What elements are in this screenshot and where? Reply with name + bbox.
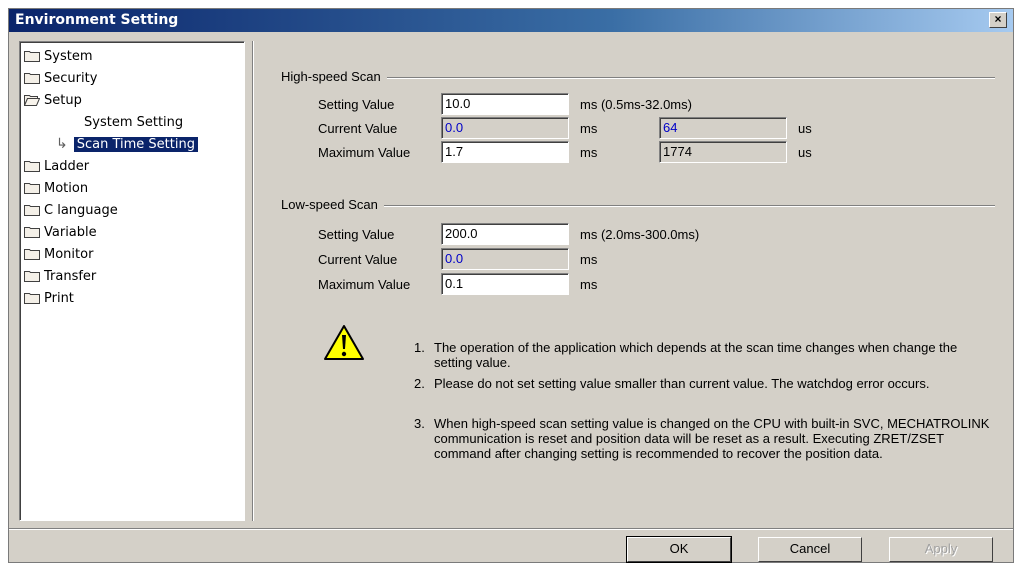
folder-closed-icon — [24, 50, 40, 62]
low-setting-label: Setting Value — [318, 227, 395, 242]
tree-item-label: Print — [44, 290, 74, 306]
high-current-us-value: 64 — [659, 117, 787, 139]
close-button[interactable]: × — [989, 12, 1007, 28]
environment-setting-window: Environment Setting × System Security Se… — [8, 8, 1014, 563]
low-setting-input[interactable]: 200.0 — [441, 223, 569, 245]
tree-item-label: Security — [44, 70, 98, 86]
high-current-us-unit: us — [798, 121, 812, 136]
folder-open-icon — [24, 94, 40, 106]
high-current-ms-unit: ms — [580, 121, 598, 136]
settings-tree[interactable]: System Security Setup System Setting ↳ S… — [19, 41, 245, 521]
high-max-ms-unit: ms — [580, 145, 598, 160]
high-max-value[interactable]: 1.7 — [441, 141, 569, 163]
low-setting-range: ms (2.0ms-300.0ms) — [580, 227, 700, 242]
tree-item-system-setting[interactable]: System Setting — [84, 112, 183, 132]
high-max-us-unit: us — [798, 145, 812, 160]
tree-item-label: System Setting — [84, 114, 184, 130]
low-current-value: 0.0 — [441, 248, 569, 270]
tree-item-setup[interactable]: Setup — [24, 90, 82, 110]
tree-item-label: C language — [44, 202, 118, 218]
group-line-high — [281, 77, 995, 79]
tree-item-motion[interactable]: Motion — [24, 178, 88, 198]
low-current-ms-unit: ms — [580, 252, 598, 267]
tree-item-label: Motion — [44, 180, 89, 196]
note-number: 2. — [414, 376, 425, 391]
panel-separator — [252, 41, 254, 521]
note-3: 3. When high-speed scan setting value is… — [414, 416, 989, 480]
tree-item-monitor[interactable]: Monitor — [24, 244, 93, 264]
low-speed-scan-title: Low-speed Scan — [281, 197, 384, 212]
folder-closed-icon — [24, 270, 40, 282]
bottom-separator — [9, 528, 1013, 530]
high-current-value: 0.0 — [441, 117, 569, 139]
low-max-label: Maximum Value — [318, 277, 411, 292]
note-text: When high-speed scan setting value is ch… — [434, 416, 990, 461]
tree-item-system[interactable]: System — [24, 46, 92, 66]
tree-item-variable[interactable]: Variable — [24, 222, 97, 242]
note-number: 1. — [414, 340, 425, 355]
low-max-ms-unit: ms — [580, 277, 598, 292]
note-2: 2. Please do not set setting value small… — [414, 376, 989, 408]
folder-closed-icon — [24, 248, 40, 260]
high-current-label: Current Value — [318, 121, 398, 136]
tree-item-label-selected: Scan Time Setting — [73, 136, 198, 152]
tree-item-label: Monitor — [44, 246, 94, 262]
tree-item-label: Setup — [44, 92, 82, 108]
low-current-label: Current Value — [318, 252, 398, 267]
high-setting-range: ms (0.5ms-32.0ms) — [580, 97, 692, 112]
tree-item-label: Variable — [44, 224, 97, 240]
folder-closed-icon — [24, 292, 40, 304]
note-text: Please do not set setting value smaller … — [434, 376, 930, 391]
low-max-value[interactable]: 0.1 — [441, 273, 569, 295]
high-max-label: Maximum Value — [318, 145, 411, 160]
ok-button[interactable]: OK — [626, 536, 732, 563]
folder-closed-icon — [24, 204, 40, 216]
warning-icon — [323, 324, 365, 365]
high-setting-label: Setting Value — [318, 97, 395, 112]
tree-item-transfer[interactable]: Transfer — [24, 266, 96, 286]
window-title: Environment Setting — [15, 12, 179, 28]
return-arrow-icon: ↳ — [56, 136, 68, 152]
close-icon: × — [994, 12, 1002, 26]
title-bar[interactable]: Environment Setting × — [9, 9, 1013, 32]
group-line-low — [281, 205, 995, 207]
tree-item-print[interactable]: Print — [24, 288, 74, 308]
apply-button[interactable]: Apply — [889, 537, 993, 562]
note-number: 3. — [414, 416, 425, 431]
tree-item-label: Ladder — [44, 158, 90, 174]
tree-item-scan-time-setting[interactable]: ↳ Scan Time Setting — [56, 134, 198, 154]
folder-closed-icon — [24, 160, 40, 172]
folder-closed-icon — [24, 72, 40, 84]
folder-closed-icon — [24, 226, 40, 238]
tree-item-ladder[interactable]: Ladder — [24, 156, 89, 176]
high-setting-input[interactable]: 10.0 — [441, 93, 569, 115]
tree-item-security[interactable]: Security — [24, 68, 97, 88]
folder-closed-icon — [24, 182, 40, 194]
tree-item-label: Transfer — [44, 268, 97, 284]
tree-item-label: System — [44, 48, 93, 64]
tree-item-c-language[interactable]: C language — [24, 200, 118, 220]
high-max-us-value: 1774 — [659, 141, 787, 163]
note-text: The operation of the application which d… — [434, 340, 958, 370]
high-speed-scan-title: High-speed Scan — [281, 69, 387, 84]
cancel-button[interactable]: Cancel — [758, 537, 862, 562]
note-1: 1. The operation of the application whic… — [414, 340, 989, 372]
